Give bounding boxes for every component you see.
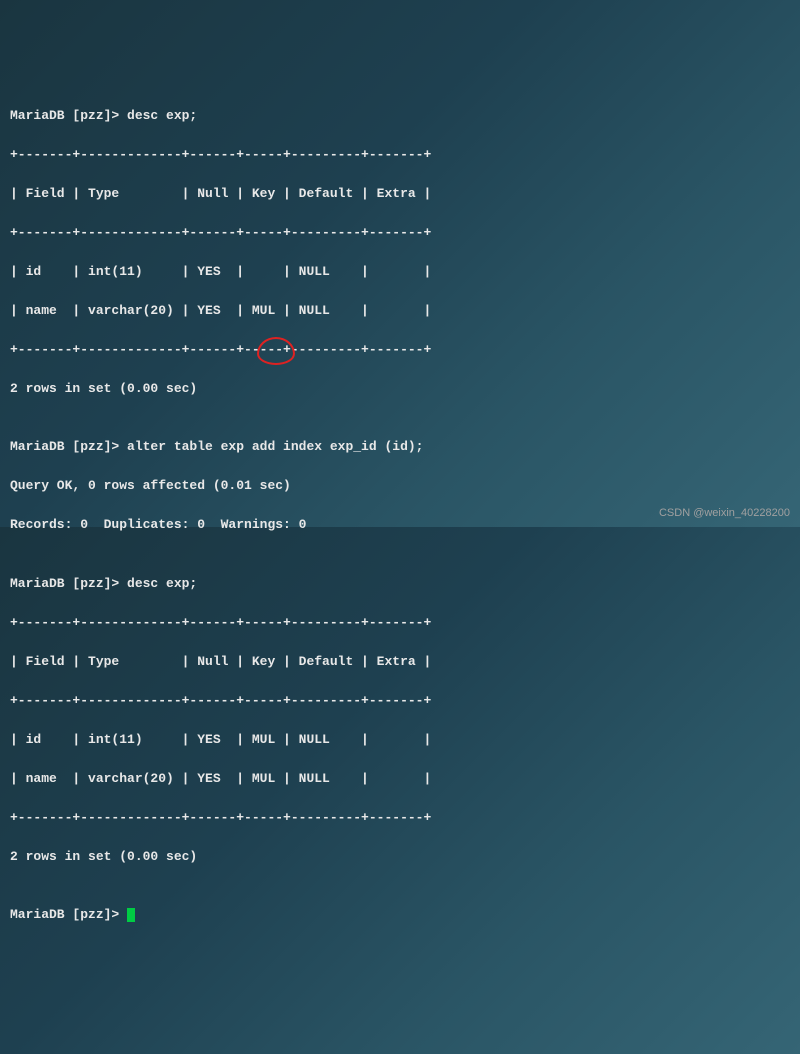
table-border: +-------+-------------+------+-----+----…	[10, 691, 790, 711]
watermark-text: CSDN @weixin_40228200	[659, 505, 790, 522]
sql-prompt-line: MariaDB [pzz]> desc exp;	[10, 106, 790, 126]
table-header: | Field | Type | Null | Key | Default | …	[10, 184, 790, 204]
table-row: | id | int(11) | YES | MUL | NULL | |	[10, 730, 790, 750]
result-line: 2 rows in set (0.00 sec)	[10, 847, 790, 867]
sql-prompt-line: MariaDB [pzz]> alter table exp add index…	[10, 437, 790, 457]
table-row: | id | int(11) | YES | | NULL | |	[10, 262, 790, 282]
table-row: | name | varchar(20) | YES | MUL | NULL …	[10, 769, 790, 789]
cursor-icon	[127, 908, 135, 922]
result-line: Query OK, 0 rows affected (0.01 sec)	[10, 476, 790, 496]
table-border: +-------+-------------+------+-----+----…	[10, 223, 790, 243]
result-line: 2 rows in set (0.00 sec)	[10, 379, 790, 399]
sql-prompt-line: MariaDB [pzz]> desc exp;	[10, 574, 790, 594]
sql-prompt-active[interactable]: MariaDB [pzz]>	[10, 905, 790, 925]
prompt-text: MariaDB [pzz]>	[10, 907, 127, 922]
table-border: +-------+-------------+------+-----+----…	[10, 808, 790, 828]
table-header: | Field | Type | Null | Key | Default | …	[10, 652, 790, 672]
table-row: | name | varchar(20) | YES | MUL | NULL …	[10, 301, 790, 321]
table-border: +-------+-------------+------+-----+----…	[10, 613, 790, 633]
table-border: +-------+-------------+------+-----+----…	[10, 145, 790, 165]
table-border: +-------+-------------+------+-----+----…	[10, 340, 790, 360]
